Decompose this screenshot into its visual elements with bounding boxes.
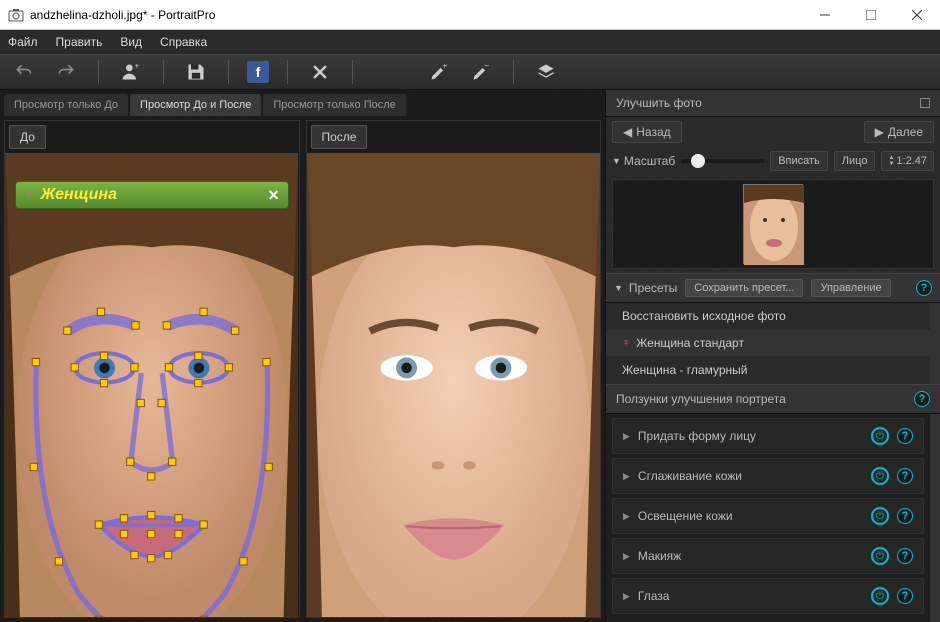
- content-area: Просмотр только До Просмотр До и После П…: [0, 90, 940, 622]
- help-icon[interactable]: ?: [897, 428, 913, 444]
- before-label: До: [9, 125, 46, 149]
- collapse-icon: ▼: [614, 283, 623, 293]
- scale-slider[interactable]: [681, 159, 764, 163]
- redo-icon[interactable]: [52, 58, 80, 86]
- scale-row: ▼Масштаб Вписать Лицо ▲▼1:2.47: [606, 147, 940, 175]
- view-tabs: Просмотр только До Просмотр До и После П…: [4, 94, 601, 116]
- help-icon[interactable]: ?: [897, 508, 913, 524]
- preset-item[interactable]: Женщина - гламурный: [606, 357, 930, 384]
- facebook-icon[interactable]: f: [247, 61, 269, 83]
- slider-thumb[interactable]: [691, 154, 705, 168]
- brush-minus-icon[interactable]: −: [467, 58, 495, 86]
- tab-before-only[interactable]: Просмотр только До: [4, 94, 128, 116]
- expand-icon: ▶: [623, 551, 630, 562]
- power-icon[interactable]: ⏻: [871, 587, 889, 605]
- face-before-illustration: [5, 153, 298, 617]
- close-button[interactable]: [894, 0, 940, 30]
- svg-text:−: −: [484, 62, 489, 71]
- power-icon[interactable]: ⏻: [871, 427, 889, 445]
- slider-group-row[interactable]: ▶ Макияж ⏻ ?: [612, 538, 924, 574]
- undo-icon[interactable]: [10, 58, 38, 86]
- after-photo[interactable]: [307, 153, 601, 617]
- minimize-button[interactable]: [802, 0, 848, 30]
- views-container: До: [4, 120, 601, 618]
- help-icon[interactable]: ?: [897, 588, 913, 604]
- gender-label: Женщина: [41, 186, 262, 204]
- tab-after-only[interactable]: Просмотр только После: [263, 94, 405, 116]
- manage-preset-button[interactable]: Управление: [811, 279, 890, 297]
- before-view: До: [4, 120, 300, 618]
- panel-title: Улучшить фото: [616, 96, 702, 110]
- power-icon[interactable]: ⏻: [871, 467, 889, 485]
- help-icon[interactable]: ?: [914, 391, 930, 407]
- image-viewer: Просмотр только До Просмотр До и После П…: [0, 90, 605, 622]
- help-icon[interactable]: ?: [897, 468, 913, 484]
- slider-group-row[interactable]: ▶ Сглаживание кожи ⏻ ?: [612, 458, 924, 494]
- save-icon[interactable]: [182, 58, 210, 86]
- cancel-icon[interactable]: [306, 58, 334, 86]
- sliders-title: Ползунки улучшения портрета: [616, 392, 786, 406]
- after-view: После: [306, 120, 602, 618]
- panel-title-bar: Улучшить фото: [606, 90, 940, 117]
- slider-group-row[interactable]: ▶ Придать форму лицу ⏻ ?: [612, 418, 924, 454]
- after-label: После: [311, 125, 368, 149]
- menu-edit[interactable]: Править: [56, 35, 103, 49]
- scale-label[interactable]: ▼Масштаб: [612, 154, 675, 168]
- expand-icon: ▶: [623, 471, 630, 482]
- scale-ratio[interactable]: ▲▼1:2.47: [881, 151, 934, 171]
- tab-before-after[interactable]: Просмотр До и После: [130, 94, 261, 116]
- menu-view[interactable]: Вид: [120, 35, 142, 49]
- preset-item[interactable]: Восстановить исходное фото: [606, 303, 930, 330]
- help-icon[interactable]: ?: [897, 548, 913, 564]
- presets-list: Восстановить исходное фото ♀Женщина стан…: [606, 303, 940, 384]
- sliders-scrollbar[interactable]: [930, 414, 940, 622]
- svg-text:+: +: [442, 62, 447, 71]
- add-person-icon[interactable]: +: [117, 58, 145, 86]
- window-title: andzhelina-dzholi.jpg* - PortraitPro: [30, 8, 802, 22]
- presets-header[interactable]: ▼ Пресеты Сохранить пресет... Управление…: [606, 273, 940, 303]
- preset-item[interactable]: ♀Женщина стандарт: [606, 330, 930, 357]
- menu-bar: Файл Править Вид Справка: [0, 30, 940, 54]
- brush-plus-icon[interactable]: +: [425, 58, 453, 86]
- slider-group-row[interactable]: ▶ Глаза ⏻ ?: [612, 578, 924, 614]
- face-thumbnail[interactable]: [743, 184, 803, 264]
- preset-scrollbar[interactable]: [930, 303, 940, 384]
- app-window: andzhelina-dzholi.jpg* - PortraitPro Фай…: [0, 0, 940, 622]
- menu-file[interactable]: Файл: [8, 35, 38, 49]
- gender-close-icon[interactable]: ✕: [268, 187, 280, 204]
- right-panel: Улучшить фото ◀Назад ▶Далее ▼Масштаб Впи…: [605, 90, 940, 622]
- sliders-section-header: Ползунки улучшения портрета ?: [606, 384, 940, 414]
- menu-help[interactable]: Справка: [160, 35, 207, 49]
- face-button[interactable]: Лицо: [834, 151, 876, 171]
- slider-groups: ▶ Придать форму лицу ⏻ ? ▶ Сглаживание к…: [606, 414, 940, 622]
- thumbnail-strip[interactable]: [612, 179, 934, 269]
- expand-icon: ▶: [623, 431, 630, 442]
- female-symbol-icon: ♀: [622, 337, 630, 349]
- expand-icon: ▶: [623, 591, 630, 602]
- toolbar: + f + −: [0, 54, 940, 90]
- nav-row: ◀Назад ▶Далее: [606, 117, 940, 147]
- slider-group-row[interactable]: ▶ Освещение кожи ⏻ ?: [612, 498, 924, 534]
- layers-icon[interactable]: [532, 58, 560, 86]
- next-button[interactable]: ▶Далее: [864, 121, 934, 143]
- title-bar: andzhelina-dzholi.jpg* - PortraitPro: [0, 0, 940, 30]
- expand-icon: ▶: [623, 511, 630, 522]
- panel-expand-icon[interactable]: [920, 98, 930, 108]
- save-preset-button[interactable]: Сохранить пресет...: [685, 279, 803, 297]
- help-icon[interactable]: ?: [916, 280, 932, 296]
- power-icon[interactable]: ⏻: [871, 507, 889, 525]
- gender-tag[interactable]: ♀ Женщина ✕: [15, 181, 289, 209]
- presets-label: Пресеты: [629, 281, 677, 295]
- female-symbol-icon: ♀: [24, 187, 35, 203]
- maximize-button[interactable]: [848, 0, 894, 30]
- camera-icon: [8, 7, 24, 23]
- back-button[interactable]: ◀Назад: [612, 121, 682, 143]
- before-photo[interactable]: ♀ Женщина ✕: [5, 153, 299, 617]
- power-icon[interactable]: ⏻: [871, 547, 889, 565]
- fit-button[interactable]: Вписать: [770, 151, 828, 171]
- svg-text:+: +: [134, 62, 139, 71]
- face-after-illustration: [307, 153, 600, 617]
